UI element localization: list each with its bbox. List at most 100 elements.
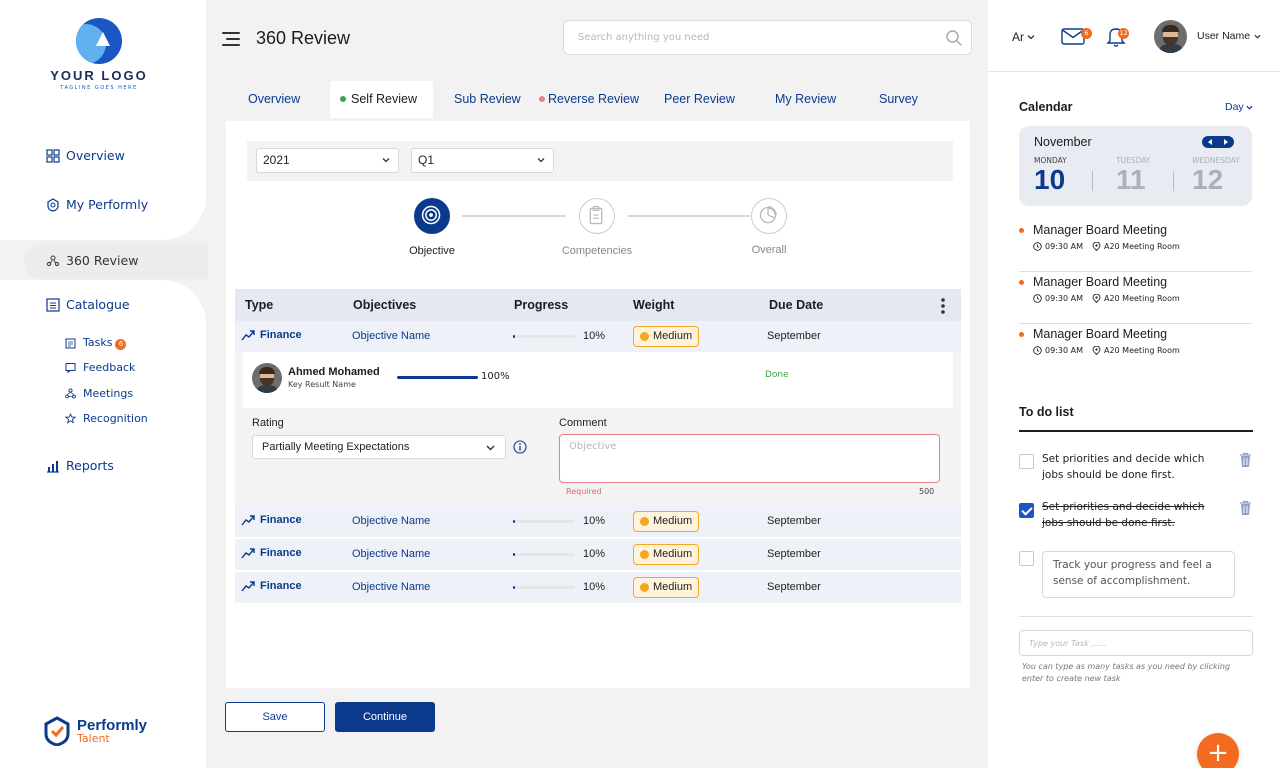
language-switcher[interactable]: Ar (1012, 30, 1035, 44)
add-task-button[interactable]: + (1197, 733, 1239, 768)
rating-select-value: Partially Meeting Expectations (262, 441, 410, 453)
mail-count-badge: 6 (1081, 28, 1092, 39)
todo-edit-field[interactable]: Track your progress and feel a sense of … (1042, 551, 1235, 598)
calendar-event[interactable]: Manager Board Meeting 09:30 AM A20 Meeti… (1019, 272, 1252, 324)
tab-reverse-review[interactable]: Reverse Review (529, 81, 649, 118)
progress-fill (513, 335, 516, 338)
calendar-divider (1173, 171, 1174, 191)
rating-select[interactable]: Partially Meeting Expectations (252, 435, 506, 459)
table-row[interactable]: Finance Objective Name 10% Medium Septem… (235, 539, 961, 570)
sidebar-item-overview[interactable]: Overview (46, 148, 125, 163)
new-task-input[interactable] (1019, 630, 1253, 656)
table-row[interactable]: Finance Objective Name 10% Medium Septem… (235, 506, 961, 537)
column-header-weight: Weight (633, 298, 675, 312)
tab-overview[interactable]: Overview (238, 81, 310, 118)
calendar-event[interactable]: Manager Board Meeting 09:30 AM A20 Meeti… (1019, 324, 1252, 376)
year-select[interactable]: 2021 (256, 148, 399, 173)
company-logo[interactable]: YOUR LOGO TAGLINE GOES HERE (40, 18, 158, 91)
info-icon[interactable] (513, 440, 527, 454)
row-type-label: Finance (260, 580, 302, 592)
tab-label: My Review (775, 92, 837, 106)
chevron-right-icon[interactable] (1224, 139, 1228, 145)
table-row[interactable]: Finance Objective Name 10% Medium Septem… (235, 572, 961, 603)
comment-label: Comment (559, 417, 607, 429)
hamburger-menu-icon[interactable] (222, 30, 242, 48)
row-type-label: Finance (260, 547, 302, 559)
sidebar-item-label: Overview (66, 148, 125, 163)
tasks-count-badge: 6 (115, 339, 127, 350)
step-objective[interactable] (414, 198, 450, 234)
progress-fill (513, 586, 516, 589)
event-dot-icon (1019, 332, 1024, 337)
calendar-day[interactable]: WEDNESDAY 12 (1192, 156, 1252, 195)
logo-tagline: TAGLINE GOES HERE (60, 85, 138, 91)
search-icon[interactable] (945, 29, 963, 47)
weight-badge: Medium (633, 577, 700, 598)
sidebar-item-reports[interactable]: Reports (46, 458, 114, 473)
stepper-connector (462, 215, 566, 217)
search-bar (563, 20, 972, 55)
todo-checkbox[interactable] (1019, 454, 1034, 469)
sidebar-subitem-tasks[interactable]: Tasks 6 (65, 336, 127, 350)
user-avatar[interactable] (1154, 20, 1187, 53)
calendar-day-number: 10 (1034, 164, 1066, 195)
clock-icon (1033, 346, 1042, 355)
target-icon (421, 205, 441, 225)
more-vertical-icon[interactable] (941, 297, 945, 315)
continue-button[interactable]: Continue (335, 702, 435, 732)
column-header-due-date: Due Date (769, 298, 824, 312)
tab-self-review[interactable]: Self Review (330, 81, 433, 118)
row-objective[interactable]: Objective Name (352, 548, 430, 560)
calendar-view-select[interactable]: Day (1225, 101, 1253, 113)
step-label-competencies: Competencies (561, 245, 633, 257)
product-subtitle: Talent (77, 731, 110, 745)
key-result-progress-value: 100% (481, 371, 510, 382)
save-button[interactable]: Save (225, 702, 325, 732)
calendar-event[interactable]: Manager Board Meeting 09:30 AM A20 Meeti… (1019, 220, 1252, 272)
row-type-label: Finance (260, 514, 302, 526)
calendar-day[interactable]: TUESDAY 11 (1116, 156, 1176, 195)
event-location: A20 Meeting Room (1103, 346, 1180, 355)
row-objective[interactable]: Objective Name (352, 581, 430, 593)
chevron-left-icon[interactable] (1208, 139, 1212, 145)
tab-survey[interactable]: Survey (869, 81, 928, 118)
quarter-select[interactable]: Q1 (411, 148, 554, 173)
tab-label: Self Review (351, 92, 417, 106)
star-icon (65, 413, 76, 424)
sidebar-item-catalogue[interactable]: Catalogue (46, 297, 130, 312)
table-row[interactable]: Finance Objective Name 10% Medium Septem… (235, 321, 961, 352)
search-input[interactable] (564, 21, 924, 54)
calendar-day-selected[interactable]: MONDAY 10 (1034, 156, 1094, 195)
user-menu[interactable]: User Name (1197, 30, 1261, 42)
key-result-progress-bar (397, 376, 478, 379)
calendar-widget: November MONDAY 10 TUESDAY 11 WEDNESDAY … (1019, 126, 1252, 206)
sidebar-item-my-performly[interactable]: My Performly (46, 197, 148, 212)
step-competencies[interactable] (579, 198, 615, 234)
row-objective[interactable]: Objective Name (352, 515, 430, 527)
event-dot-icon (1019, 280, 1024, 285)
todo-checkbox[interactable] (1019, 503, 1034, 518)
review-stepper: Objective Competencies Overall (226, 196, 970, 266)
page-title: 360 Review (256, 28, 351, 48)
chevron-down-icon (1027, 35, 1035, 40)
chevron-down-icon (1254, 34, 1261, 39)
step-label-objective: Objective (409, 245, 455, 257)
step-overall[interactable] (751, 198, 787, 234)
comment-field[interactable] (559, 434, 940, 483)
weight-badge: Medium (633, 326, 700, 347)
tab-my-review[interactable]: My Review (765, 81, 846, 118)
tab-peer-review[interactable]: Peer Review (654, 81, 745, 118)
sidebar-subitem-recognition[interactable]: Recognition (65, 412, 148, 425)
sidebar-subitem-feedback[interactable]: Feedback (65, 361, 135, 374)
badge-icon (47, 197, 59, 212)
todo-checkbox[interactable] (1019, 551, 1034, 566)
trash-icon[interactable] (1239, 452, 1252, 468)
sidebar-subitem-meetings[interactable]: Meetings (65, 387, 133, 400)
tab-sub-review[interactable]: Sub Review (444, 81, 531, 118)
row-objective[interactable]: Objective Name (352, 330, 430, 342)
trash-icon[interactable] (1239, 500, 1252, 516)
trend-up-icon (241, 548, 255, 559)
step-label-overall: Overall (751, 244, 787, 256)
sidebar-item-360-review[interactable]: 360 Review (46, 253, 138, 268)
weight-badge: Medium (633, 544, 700, 565)
